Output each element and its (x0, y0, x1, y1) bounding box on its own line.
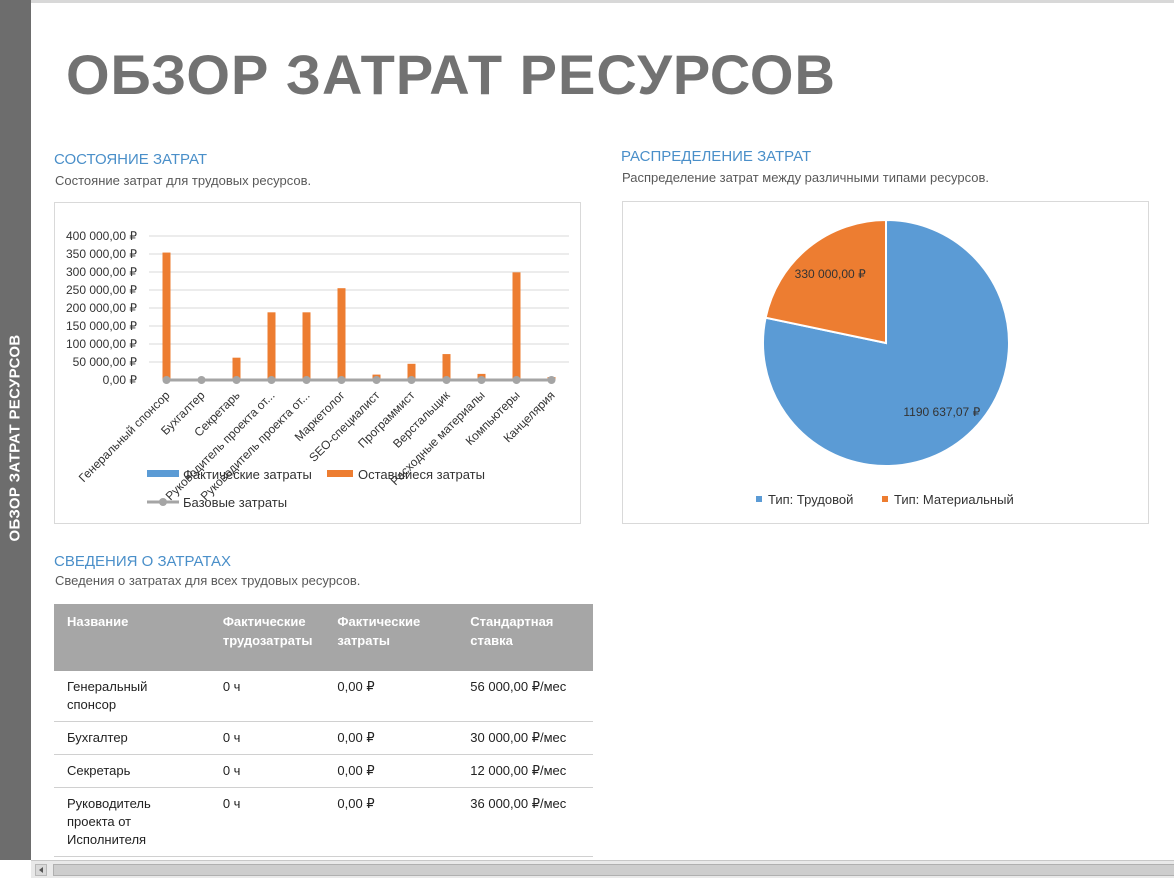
bar-remaining-cost (267, 312, 276, 380)
cell-actual-work: 0 ч (209, 671, 325, 722)
table-row[interactable]: Руководитель проекта от Исполнителя 0 ч … (54, 787, 593, 857)
y-tick-label: 250 000,00 ₽ (66, 283, 137, 297)
baseline-cost-point (442, 376, 451, 384)
horizontal-scrollbar[interactable] (31, 860, 1174, 878)
cell-name: Генеральный спонсор (54, 671, 210, 722)
cell-standard-rate: 56 000,00 ₽/мес (457, 671, 593, 722)
legend-label-actual: Фактические затраты (183, 467, 312, 482)
y-tick-label: 300 000,00 ₽ (66, 265, 137, 279)
y-tick-label: 150 000,00 ₽ (66, 319, 137, 333)
header-actual-cost: Фактические затраты (324, 604, 458, 671)
legend-swatch-actual (147, 470, 179, 477)
legend-label-remaining: Оставшиеся затраты (358, 467, 485, 482)
cell-actual-cost: 0,00 ₽ (324, 671, 458, 722)
cell-name: Бухгалтер (54, 721, 210, 755)
baseline-cost-point (162, 376, 171, 384)
cost-distribution-chart[interactable]: 1190 637,07 ₽ 330 000,00 ₽ Тип: Трудовой Ти… (622, 201, 1149, 524)
top-border (0, 0, 1174, 3)
bar-remaining-cost (337, 288, 346, 380)
legend-marker-baseline (159, 498, 167, 506)
legend-label-baseline: Базовые затраты (183, 495, 287, 510)
cost-details-subtitle: Сведения о затратах для всех трудовых ре… (55, 573, 361, 588)
y-tick-label: 400 000,00 ₽ (66, 229, 137, 243)
scrollbar-thumb[interactable] (53, 864, 1174, 876)
page-title: ОБЗОР ЗАТРАТ РЕСУРСОВ (66, 43, 836, 106)
baseline-cost-point (337, 376, 346, 384)
baseline-cost-point (512, 376, 521, 384)
cell-actual-work: 0 ч (209, 754, 325, 788)
baseline-cost-point (477, 376, 486, 384)
table-row[interactable]: Генеральный спонсор 0 ч 0,00 ₽ 56 000,00… (54, 671, 593, 722)
baseline-cost-point (407, 376, 416, 384)
side-band: ОБЗОР ЗАТРАТ РЕСУРСОВ (0, 0, 31, 860)
cost-status-heading: СОСТОЯНИЕ ЗАТРАТ (54, 151, 208, 168)
bar-remaining-cost (162, 252, 171, 380)
bar-chart-canvas: 0,00 ₽ 50 000,00 ₽ 100 000,00 ₽ 150 000,00 … (66, 229, 569, 510)
baseline-cost-point (372, 376, 381, 384)
cell-standard-rate: 12 000,00 ₽/мес (457, 754, 593, 788)
legend-material-swatch (882, 496, 888, 502)
cell-actual-cost: 0,00 ₽ (324, 754, 458, 788)
baseline-cost-point (302, 376, 311, 384)
cell-name: Руководитель проекта от Исполнителя (54, 787, 210, 857)
y-tick-label: 350 000,00 ₽ (66, 247, 137, 261)
y-tick-label: 50 000,00 ₽ (73, 355, 138, 369)
cost-status-chart[interactable]: 0,00 ₽ 50 000,00 ₽ 100 000,00 ₽ 150 000,00 … (54, 202, 581, 524)
cell-actual-cost: 0,00 ₽ (324, 787, 458, 857)
legend-labor-swatch (756, 496, 762, 502)
cost-details-table: Название Фактические трудозатраты Фактич… (54, 604, 593, 857)
cell-standard-rate: 36 000,00 ₽/мес (457, 787, 593, 857)
cost-details-heading: СВЕДЕНИЯ О ЗАТРАТАХ (54, 553, 232, 570)
legend-labor-label: Тип: Трудовой (768, 492, 853, 507)
side-label: ОБЗОР ЗАТРАТ РЕСУРСОВ (6, 334, 24, 542)
table-row[interactable]: Бухгалтер 0 ч 0,00 ₽ 30 000,00 ₽/мес (54, 721, 593, 755)
cost-status-subtitle: Состояние затрат для трудовых ресурсов. (55, 173, 312, 188)
bar-remaining-cost (512, 272, 521, 380)
baseline-cost-point (267, 376, 276, 384)
header-actual-work: Фактические трудозатраты (209, 604, 325, 671)
cell-actual-cost: 0,00 ₽ (324, 721, 458, 755)
cost-distribution-heading: РАСПРЕДЕЛЕНИЕ ЗАТРАТ (621, 148, 812, 165)
baseline-cost-point (197, 376, 206, 384)
cell-name: Секретарь (54, 754, 210, 788)
cost-distribution-subtitle: Распределение затрат между различными ти… (622, 170, 989, 185)
y-tick-label: 0,00 ₽ (103, 373, 138, 387)
y-tick-label: 100 000,00 ₽ (66, 337, 137, 351)
header-name: Название (54, 604, 210, 671)
scroll-left-icon[interactable] (35, 864, 47, 876)
legend-material-label: Тип: Материальный (894, 492, 1014, 507)
cell-actual-work: 0 ч (209, 721, 325, 755)
table-header-row: Название Фактические трудозатраты Фактич… (54, 604, 593, 671)
baseline-cost-point (547, 376, 556, 384)
y-tick-label: 200 000,00 ₽ (66, 301, 137, 315)
bar-remaining-cost (302, 312, 311, 380)
pie-chart-canvas: 1190 637,07 ₽ 330 000,00 ₽ Тип: Трудовой Ти… (756, 218, 1014, 507)
table-row[interactable]: Секретарь 0 ч 0,00 ₽ 12 000,00 ₽/мес (54, 754, 593, 788)
cell-standard-rate: 30 000,00 ₽/мес (457, 721, 593, 755)
legend-swatch-remaining (327, 470, 353, 477)
header-standard-rate: Стандартная ставка (457, 604, 593, 671)
baseline-cost-point (232, 376, 241, 384)
pie-label-labor: 1190 637,07 ₽ (903, 405, 980, 419)
cell-actual-work: 0 ч (209, 787, 325, 857)
pie-label-material: 330 000,00 ₽ (795, 267, 866, 281)
